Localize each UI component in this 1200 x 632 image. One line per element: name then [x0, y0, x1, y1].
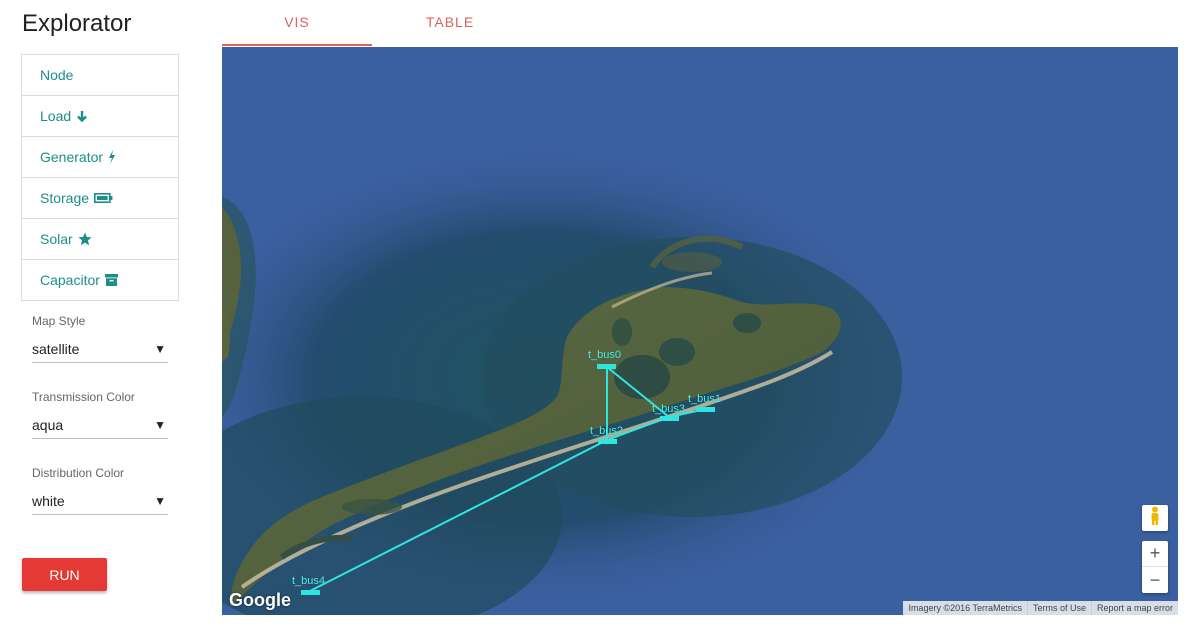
- report-error-link[interactable]: Report a map error: [1090, 601, 1178, 615]
- arrow-down-icon: [76, 110, 88, 123]
- transmission-color-label: Transmission Color: [32, 390, 135, 404]
- pegman-icon: [1149, 506, 1161, 531]
- bus-label: t_bus4: [292, 575, 326, 587]
- bus-marker[interactable]: [598, 439, 617, 444]
- sidebar-item-label: Node: [40, 67, 74, 83]
- sidebar-item-label: Generator: [40, 149, 104, 165]
- map-view[interactable]: t_bus0 t_bus1 t_bus2 t_bus3 t_bus4 Googl…: [222, 47, 1178, 615]
- run-button[interactable]: RUN: [22, 558, 107, 591]
- caret-down-icon: ▼: [154, 494, 166, 508]
- map-style-label: Map Style: [32, 314, 86, 328]
- transmission-color-select[interactable]: aqua ▼: [32, 412, 168, 439]
- google-logo: Google: [229, 590, 291, 610]
- map-style-value: satellite: [32, 341, 80, 357]
- sidebar-item-label: Storage: [40, 190, 90, 206]
- bus-label: t_bus2: [590, 425, 624, 437]
- sidebar-item-solar[interactable]: Solar: [22, 219, 178, 260]
- map-style-field: Map Style satellite ▼: [32, 314, 168, 363]
- distribution-color-value: white: [32, 493, 65, 509]
- app-title: Explorator: [22, 10, 132, 37]
- bolt-icon: [108, 150, 116, 164]
- tab-table[interactable]: TABLE: [375, 0, 525, 44]
- caret-down-icon: ▼: [154, 418, 166, 432]
- transmission-line[interactable]: [309, 439, 608, 592]
- sidebar-item-generator[interactable]: Generator: [22, 137, 178, 178]
- battery-icon: [94, 193, 113, 203]
- zoom-in-button[interactable]: +: [1142, 541, 1168, 567]
- component-list: Node Load Generator Storage Solar Capaci…: [21, 54, 179, 301]
- distribution-color-label: Distribution Color: [32, 466, 125, 480]
- distribution-color-select[interactable]: white ▼: [32, 488, 168, 515]
- view-tabs: VIS TABLE: [222, 0, 522, 46]
- sidebar-item-label: Capacitor: [40, 272, 100, 288]
- bus-marker[interactable]: [597, 364, 616, 369]
- sidebar-item-node[interactable]: Node: [22, 55, 178, 96]
- transmission-color-field: Transmission Color aqua ▼: [32, 390, 168, 439]
- archive-icon: [104, 274, 118, 286]
- sidebar-item-label: Solar: [40, 231, 73, 247]
- distribution-color-field: Distribution Color white ▼: [32, 466, 168, 515]
- sidebar-item-capacitor[interactable]: Capacitor: [22, 260, 178, 300]
- terms-link[interactable]: Terms of Use: [1026, 601, 1091, 615]
- caret-down-icon: ▼: [154, 342, 166, 356]
- bus-label: t_bus0: [588, 349, 622, 361]
- bus-label: t_bus1: [688, 393, 722, 405]
- star-icon: [78, 232, 92, 246]
- map-style-select[interactable]: satellite ▼: [32, 336, 168, 363]
- transmission-network: [301, 364, 715, 595]
- transmission-color-value: aqua: [32, 417, 64, 433]
- bus-label: t_bus3: [652, 403, 686, 415]
- zoom-control: + −: [1142, 541, 1168, 593]
- imagery-credit: Imagery ©2016 TerraMetrics: [908, 603, 1022, 613]
- zoom-out-button[interactable]: −: [1142, 567, 1168, 593]
- sidebar-item-load[interactable]: Load: [22, 96, 178, 137]
- sidebar-item-storage[interactable]: Storage: [22, 178, 178, 219]
- tab-vis[interactable]: VIS: [222, 0, 372, 46]
- bus-marker[interactable]: [696, 407, 715, 412]
- pegman-button[interactable]: [1142, 505, 1168, 531]
- sidebar-item-label: Load: [40, 108, 72, 124]
- map-attribution: Imagery ©2016 TerraMetrics Terms of Use …: [903, 601, 1178, 615]
- bus-marker[interactable]: [660, 416, 679, 421]
- bus-marker[interactable]: [301, 590, 320, 595]
